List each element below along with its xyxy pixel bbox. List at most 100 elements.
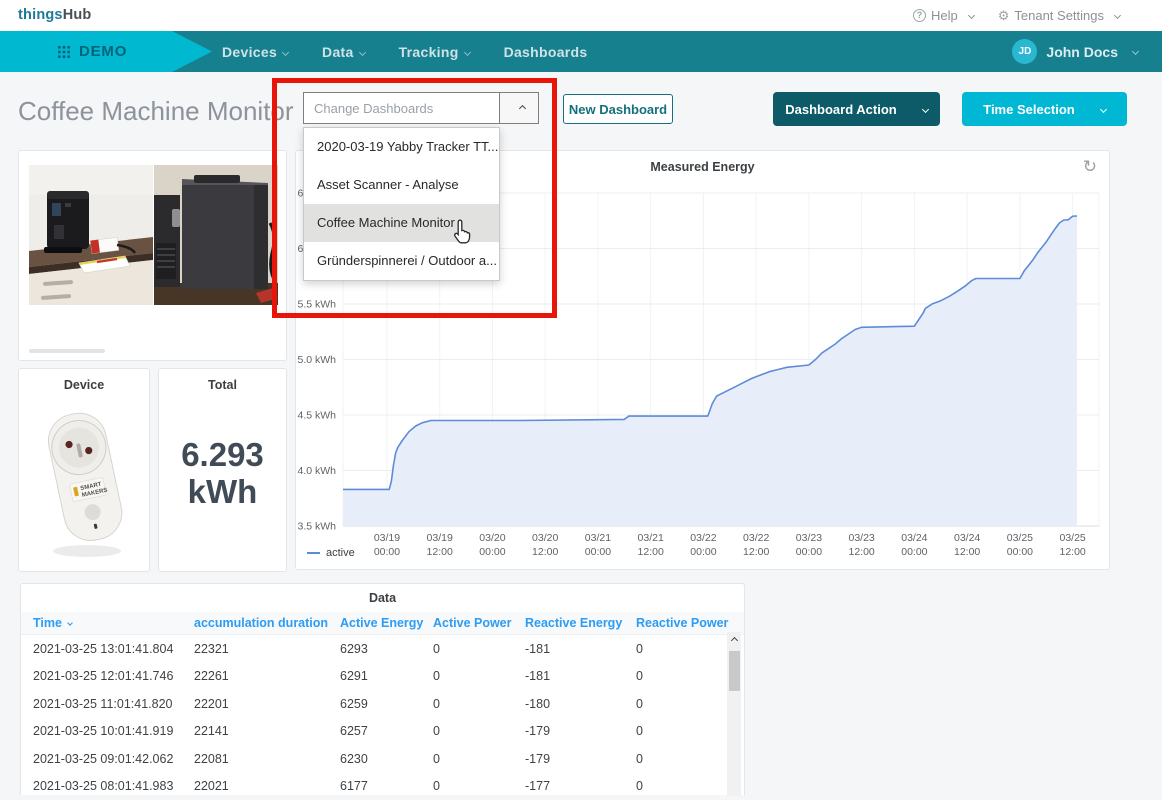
svg-text:03/2200:00: 03/2200:00 [690,532,716,558]
svg-text:03/2412:00: 03/2412:00 [954,532,980,558]
chevron-down-icon [359,48,366,55]
chevron-up-icon [518,104,525,111]
table-body: 2021-03-25 13:01:41.8042232162930-181020… [21,635,744,800]
svg-text:03/2100:00: 03/2100:00 [585,532,611,558]
logo-things: things [18,7,63,23]
table-cell: 0 [433,642,525,656]
nav-menu: Devices Data Tracking Dashboards [222,31,587,72]
column-header-time[interactable]: Time [33,616,194,630]
new-dashboard-button[interactable]: New Dashboard [563,94,673,124]
svg-text:5.5 kWh: 5.5 kWh [297,299,336,311]
gear-icon: ⚙ [998,8,1010,24]
avatar: JD [1012,39,1037,64]
data-table-widget: Data Timeaccumulation durationActive Ene… [20,583,745,795]
dashboard-action-button[interactable]: Dashboard Action [773,92,940,126]
coffee-machine-photos-widget [18,150,287,361]
table-cell: 2021-03-25 08:01:41.983 [33,779,194,793]
nav-item-data[interactable]: Data [322,44,365,60]
svg-text:3.5 kWh: 3.5 kWh [297,521,336,533]
column-header-accumulation-duration[interactable]: accumulation duration [194,616,340,630]
svg-text:03/1900:00: 03/1900:00 [374,532,400,558]
tenant-settings-menu[interactable]: ⚙ Tenant Settings [998,8,1120,24]
horizontal-scrollbar[interactable] [29,349,105,353]
svg-text:4.5 kWh: 4.5 kWh [297,410,336,422]
column-header-reactive-power[interactable]: Reactive Power [636,616,744,630]
table-cell: 6291 [340,669,433,683]
svg-text:03/2312:00: 03/2312:00 [849,532,875,558]
nav-item-dashboards[interactable]: Dashboards [504,44,588,60]
table-cell: 6177 [340,779,433,793]
table-cell: -179 [525,752,636,766]
svg-text:03/2512:00: 03/2512:00 [1059,532,1085,558]
table-cell: 2021-03-25 12:01:41.746 [33,669,194,683]
table-cell: 22321 [194,642,340,656]
chevron-down-icon [1100,105,1107,112]
dropdown-option[interactable]: 2020-03-19 Yabby Tracker TT... [304,128,499,166]
table-row: 2021-03-25 13:01:41.8042232162930-1810 [21,635,744,663]
table-row: 2021-03-25 11:01:41.8202220162590-1800 [21,690,744,718]
help-icon: ? [913,9,926,22]
time-selection-button[interactable]: Time Selection [962,92,1127,126]
table-row: 2021-03-25 10:01:41.9192214162570-1790 [21,718,744,746]
table-cell: 0 [433,779,525,793]
svg-text:03/2400:00: 03/2400:00 [901,532,927,558]
total-unit: kWh [159,474,286,511]
main-navbar: DEMO Devices Data Tracking Dashboards JD Jo… [0,31,1162,72]
svg-text:03/2112:00: 03/2112:00 [638,532,664,558]
chevron-down-icon [464,48,471,55]
nav-item-tracking[interactable]: Tracking [399,44,470,60]
vertical-scrollbar[interactable] [727,632,741,796]
total-value: 6.293 kWh [159,437,286,511]
table-cell: 0 [433,724,525,738]
table-cell: 6230 [340,752,433,766]
svg-text:5.0 kWh: 5.0 kWh [297,354,336,366]
legend-label: active [326,547,355,559]
smart-plug-image: SMART MAKERS [33,403,137,561]
dashboards-dropdown: 2020-03-19 Yabby Tracker TT...Asset Scan… [303,127,500,281]
column-header-active-energy[interactable]: Active Energy [340,616,433,630]
table-cell: 6259 [340,697,433,711]
tenant-name: DEMO [79,43,127,60]
table-row: 2021-03-25 08:01:41.9832202161770-1770 [21,773,744,800]
scrollbar-thumb[interactable] [729,651,740,691]
table-header-row: Timeaccumulation durationActive EnergyAc… [21,612,744,635]
total-widget: Total 6.293 kWh [158,368,287,572]
tenant-switcher[interactable]: DEMO [0,31,212,72]
user-name: John Docs [1046,44,1118,60]
table-cell: 6257 [340,724,433,738]
table-cell: 22201 [194,697,340,711]
change-dashboards-input[interactable] [303,92,500,124]
table-cell: -180 [525,697,636,711]
legend-item-active[interactable]: active [307,547,355,559]
device-widget-title: Device [19,369,149,392]
table-cell: -177 [525,779,636,793]
svg-text:03/1912:00: 03/1912:00 [427,532,453,558]
user-menu[interactable]: JD John Docs [1012,31,1138,72]
chevron-down-icon [282,48,289,55]
table-cell: 2021-03-25 13:01:41.804 [33,642,194,656]
logo-hub: Hub [63,7,92,23]
tenant-settings-label: Tenant Settings [1014,8,1104,23]
table-row: 2021-03-25 09:01:42.0622208162300-1790 [21,745,744,773]
table-cell: 0 [433,669,525,683]
table-cell: 22081 [194,752,340,766]
column-header-reactive-energy[interactable]: Reactive Energy [525,616,636,630]
nav-item-devices[interactable]: Devices [222,44,288,60]
top-bar: thingsHub ? Help ⚙ Tenant Settings [0,0,1162,31]
table-cell: 2021-03-25 10:01:41.919 [33,724,194,738]
help-label: Help [931,8,958,23]
help-menu[interactable]: ? Help [913,8,974,23]
page-title: Coffee Machine Monitor [18,96,294,127]
table-cell: 2021-03-25 09:01:42.062 [33,752,194,766]
table-title: Data [21,584,744,605]
column-header-active-power[interactable]: Active Power [433,616,525,630]
scroll-up-button[interactable] [727,632,741,648]
table-cell: 2021-03-25 11:01:41.820 [33,697,194,711]
table-cell: 22141 [194,724,340,738]
dropdown-option[interactable]: Asset Scanner - Analyse [304,166,499,204]
legend-line-swatch [307,552,320,554]
dashboard-action-label: Dashboard Action [785,102,896,117]
coffee-machine-photo-2 [154,165,278,305]
dropdown-collapse-button[interactable] [499,92,539,124]
chevron-down-icon [1132,48,1139,55]
